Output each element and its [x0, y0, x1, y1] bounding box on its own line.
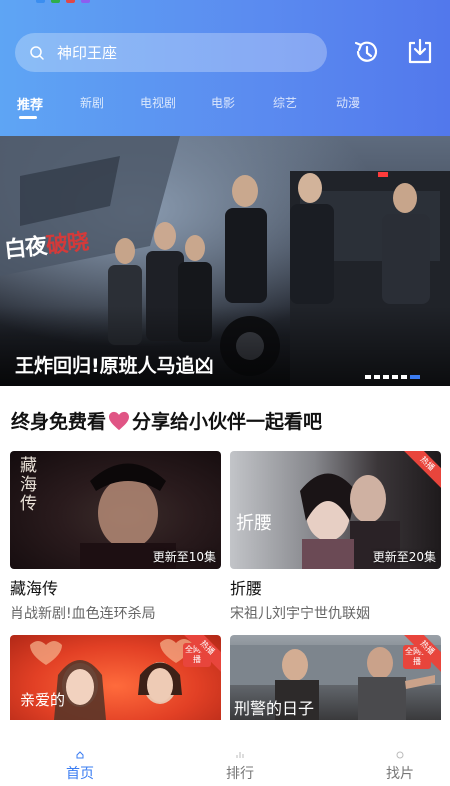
category-tabs: 推荐 新剧 电视剧 电影 综艺 动漫 — [0, 90, 450, 130]
episode-status: 更新至10集 — [152, 550, 216, 564]
home-icon — [76, 751, 84, 759]
carousel-dot — [392, 375, 398, 379]
nav-ranking[interactable]: 排行 — [200, 720, 280, 783]
carousel-indicator — [365, 375, 420, 379]
video-card[interactable]: 藏海传 更新至10集 藏海传 肖战新剧!血色连环杀局 — [10, 451, 221, 623]
poster-title-art: 亲爱的 — [20, 691, 66, 709]
video-subtitle: 宋祖儿刘宇宁世仇联姻 — [230, 606, 370, 622]
tab-new-drama[interactable]: 新剧 — [80, 94, 104, 111]
section-title-right: 分享给小伙伴一起看吧 — [132, 411, 323, 433]
tab-movies[interactable]: 电影 — [211, 94, 235, 111]
bottom-navigation: 首页 排行 找片 — [0, 720, 450, 786]
banner-carousel[interactable]: 白夜破晓 王炸回归!原班人马追凶 — [0, 136, 450, 386]
video-card[interactable]: 折腰 热播 更新至20集 折腰 宋祖儿刘宇宁世仇联姻 — [230, 451, 441, 623]
poster-title-art: 藏海传 — [20, 456, 37, 514]
video-poster: 亲爱的 全网独播 热播 — [10, 635, 221, 720]
search-icon — [30, 45, 44, 60]
status-bar-icons — [36, 0, 90, 3]
video-poster: 藏海传 更新至10集 — [10, 451, 221, 569]
carousel-dot — [383, 375, 389, 379]
video-card[interactable]: 亲爱的 全网独播 热播 — [10, 635, 221, 720]
poster-title-art: 折腰 — [236, 513, 272, 534]
nav-home[interactable]: 首页 — [40, 720, 120, 783]
section-title-left: 终身免费看 — [11, 411, 107, 433]
carousel-dot-active — [410, 375, 420, 379]
video-title: 藏海传 — [10, 579, 59, 598]
discover-icon — [396, 751, 404, 759]
nav-discover[interactable]: 找片 — [360, 720, 440, 783]
share-section-title[interactable]: 终身免费看 分享给小伙伴一起看吧 — [11, 407, 322, 434]
carousel-dot — [401, 375, 407, 379]
app-header: 神印王座 推荐 新剧 电视剧 电影 综艺 动漫 — [0, 0, 450, 136]
search-input[interactable]: 神印王座 — [15, 33, 327, 72]
nav-label: 找片 — [386, 766, 414, 782]
banner-title: 王炸回归!原班人马追凶 — [15, 355, 214, 377]
video-poster: 折腰 热播 更新至20集 — [230, 451, 441, 569]
history-icon — [354, 41, 378, 62]
carousel-dot — [365, 375, 371, 379]
tab-variety[interactable]: 综艺 — [273, 94, 297, 111]
tab-tv-series[interactable]: 电视剧 — [140, 94, 176, 111]
download-icon — [408, 38, 432, 64]
active-tab-indicator — [19, 116, 37, 119]
video-subtitle: 肖战新剧!血色连环杀局 — [10, 606, 156, 622]
download-button[interactable] — [404, 36, 436, 68]
nav-label: 首页 — [66, 766, 94, 782]
history-button[interactable] — [350, 36, 382, 68]
carousel-dot — [374, 375, 380, 379]
ranking-icon — [236, 752, 244, 758]
video-card[interactable]: 刑警的日子 全网独播 热播 — [230, 635, 441, 720]
poster-title-art: 刑警的日子 — [234, 699, 315, 718]
nav-label: 排行 — [226, 766, 254, 782]
tab-anime[interactable]: 动漫 — [336, 94, 360, 111]
search-placeholder: 神印王座 — [57, 44, 118, 62]
episode-status: 更新至20集 — [372, 550, 436, 564]
video-poster: 刑警的日子 全网独播 热播 — [230, 635, 441, 720]
tab-recommend[interactable]: 推荐 — [17, 94, 43, 113]
video-title: 折腰 — [230, 579, 263, 598]
heart-icon — [109, 411, 130, 430]
